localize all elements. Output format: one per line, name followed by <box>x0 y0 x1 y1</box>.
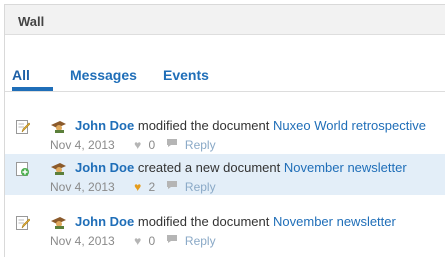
new-document-icon <box>16 162 29 176</box>
activity-verb: modified the document <box>137 118 270 133</box>
panel-title: Wall <box>5 5 445 35</box>
comment-icon <box>166 181 177 189</box>
document-link[interactable]: Nuxeo World retrospective <box>273 118 426 133</box>
activity-meta: Nov 4, 2013 ♥ 0 Reply <box>50 137 216 152</box>
activity-text: John Doe created a new document November… <box>75 160 407 175</box>
wall-panel: Wall All Messages Events John Doe modifi… <box>4 4 445 257</box>
like-count: 0 <box>148 137 156 152</box>
document-link[interactable]: November newsletter <box>273 214 396 229</box>
reply-link[interactable]: Reply <box>185 138 216 152</box>
activity-item: John Doe modified the document November … <box>5 208 445 249</box>
reply-link[interactable]: Reply <box>185 180 216 194</box>
activity-item: John Doe modified the document Nuxeo Wor… <box>5 112 445 153</box>
like-count: 0 <box>148 233 156 248</box>
user-link[interactable]: John Doe <box>75 118 134 133</box>
wall-tabs: All Messages Events <box>5 35 445 92</box>
avatar <box>51 121 66 133</box>
user-link[interactable]: John Doe <box>75 160 134 175</box>
edit-document-icon <box>16 216 30 230</box>
comment-icon <box>166 235 177 243</box>
activity-text: John Doe modified the document November … <box>75 214 396 229</box>
activity-item: John Doe created a new document November… <box>5 154 445 195</box>
active-tab-indicator <box>12 87 53 91</box>
heart-icon[interactable]: ♥ <box>134 234 141 248</box>
avatar <box>51 217 66 229</box>
reply-link[interactable]: Reply <box>185 234 216 248</box>
edit-document-icon <box>16 120 30 134</box>
activity-meta: Nov 4, 2013 ♥ 0 Reply <box>50 233 216 248</box>
heart-icon[interactable]: ♥ <box>134 138 141 152</box>
activity-text: John Doe modified the document Nuxeo Wor… <box>75 118 426 133</box>
activity-date: Nov 4, 2013 <box>50 179 115 194</box>
tab-events[interactable]: Events <box>163 67 209 83</box>
tab-all[interactable]: All <box>12 67 30 83</box>
activity-date: Nov 4, 2013 <box>50 233 115 248</box>
activity-verb: created a new document <box>137 160 281 175</box>
activity-date: Nov 4, 2013 <box>50 137 115 152</box>
heart-icon[interactable]: ♥ <box>134 180 141 194</box>
document-link[interactable]: November newsletter <box>284 160 407 175</box>
activity-meta: Nov 4, 2013 ♥ 2 Reply <box>50 179 216 194</box>
tab-messages[interactable]: Messages <box>70 67 137 83</box>
user-link[interactable]: John Doe <box>75 214 134 229</box>
like-count: 2 <box>148 179 156 194</box>
activity-verb: modified the document <box>137 214 270 229</box>
avatar <box>51 163 66 175</box>
comment-icon <box>166 139 177 147</box>
